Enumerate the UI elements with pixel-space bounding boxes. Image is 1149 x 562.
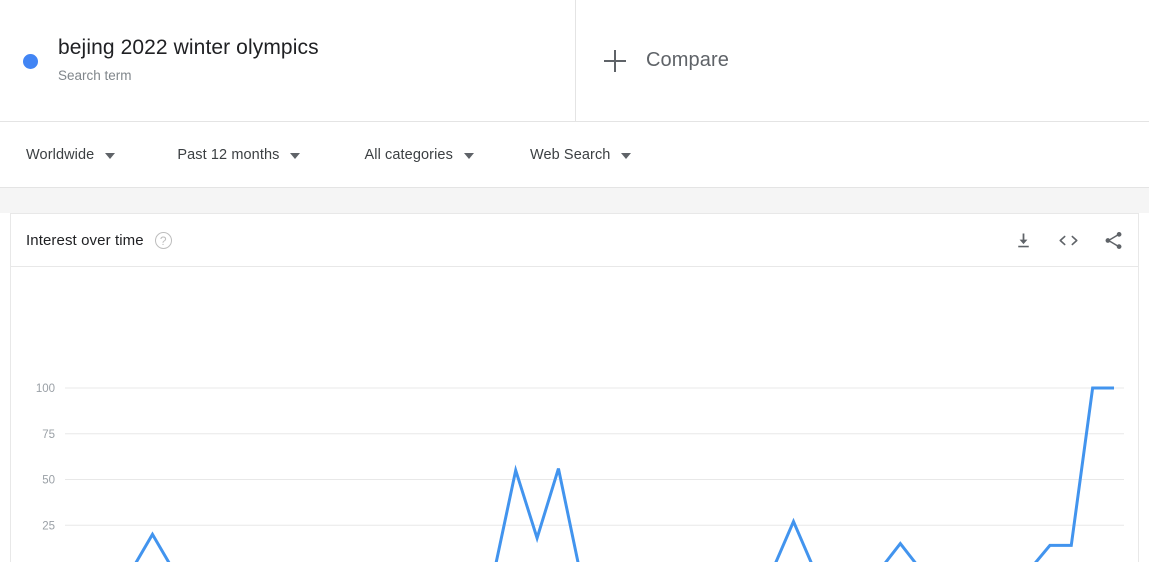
search-term-subtitle: Search term [58, 68, 132, 83]
chart-svg: 255075100Feb 14, 2021Jun 6, 2021Sep 26, … [36, 383, 1124, 562]
filter-time-range-label: Past 12 months [177, 146, 280, 163]
series-line [134, 386, 1114, 562]
card-actions [1013, 214, 1124, 266]
y-axis-tick-label: 25 [42, 520, 55, 532]
y-axis-tick-label: 100 [36, 383, 55, 395]
filter-search-type-label: Web Search [529, 146, 611, 163]
card-header: Interest over time ? [11, 214, 1138, 267]
search-term-card[interactable]: bejing 2022 winter olympics Search term [0, 0, 576, 121]
search-term-text: bejing 2022 winter olympics Search term [58, 35, 319, 86]
series-color-dot [23, 54, 38, 69]
chevron-down-icon [290, 152, 301, 159]
embed-code-icon[interactable] [1057, 230, 1080, 251]
compare-label: Compare [646, 49, 729, 71]
section-gap [0, 188, 1149, 213]
chevron-down-icon [621, 152, 632, 159]
filter-bar: Worldwide Past 12 months All categories … [0, 122, 1149, 188]
chevron-down-icon [105, 152, 116, 159]
google-trends-page: bejing 2022 winter olympics Search term … [0, 0, 1149, 562]
y-axis-tick-label: 50 [42, 475, 55, 487]
help-circle-icon[interactable]: ? [154, 231, 172, 249]
y-axis-tick-label: 75 [42, 429, 55, 441]
filter-category-label: All categories [364, 146, 453, 163]
share-icon[interactable] [1103, 230, 1124, 251]
interest-over-time-card: Interest over time ? 255075100F [10, 213, 1139, 562]
filter-search-type[interactable]: Web Search [530, 147, 632, 163]
search-term-title: bejing 2022 winter olympics [58, 36, 319, 59]
filter-time-range[interactable]: Past 12 months [177, 146, 301, 163]
download-icon[interactable] [1013, 230, 1034, 251]
plus-icon [604, 49, 626, 72]
filter-category[interactable]: All categories [364, 146, 474, 163]
chevron-down-icon [463, 152, 474, 159]
filter-location-label: Worldwide [26, 146, 95, 163]
compare-button[interactable]: Compare [576, 0, 1149, 121]
search-term-bar: bejing 2022 winter olympics Search term … [0, 0, 1149, 122]
card-title: Interest over time [26, 231, 144, 249]
filter-location[interactable]: Worldwide [26, 146, 116, 163]
interest-over-time-chart[interactable]: 255075100Feb 14, 2021Jun 6, 2021Sep 26, … [11, 267, 1140, 562]
